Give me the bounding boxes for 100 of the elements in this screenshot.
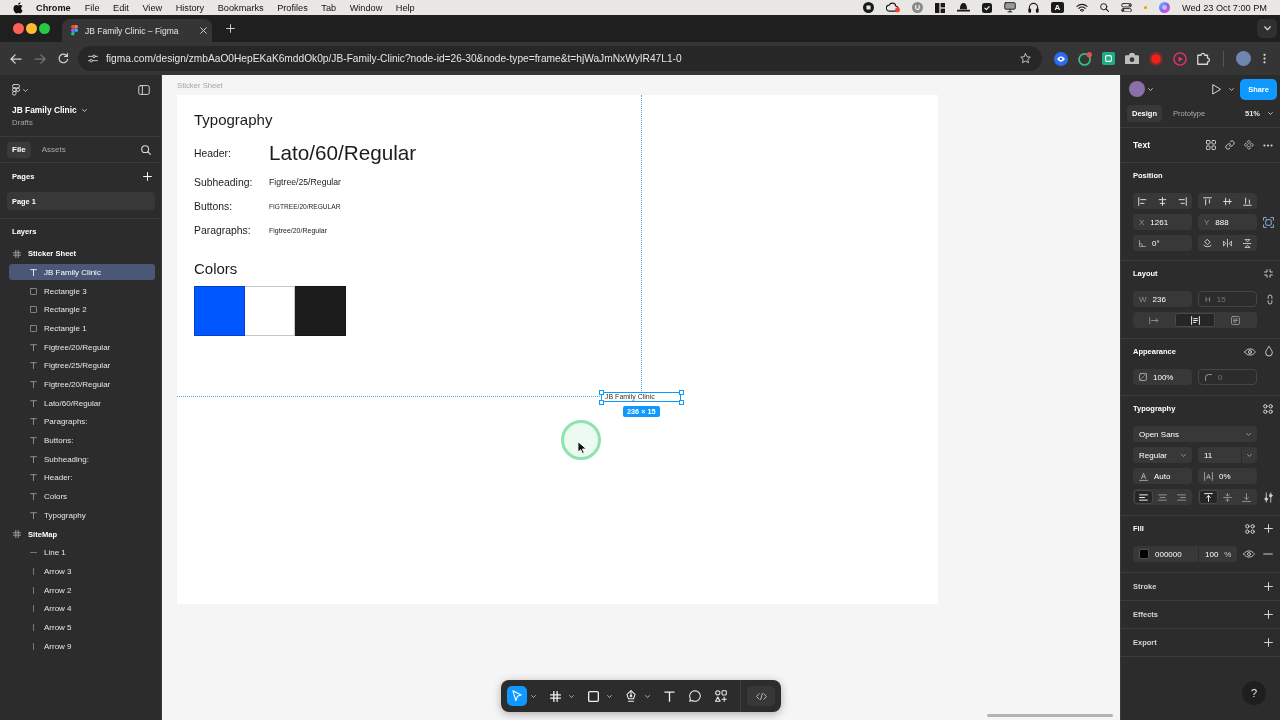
square-logo-icon[interactable] <box>1102 52 1115 65</box>
layer-item[interactable]: Typography <box>9 507 155 524</box>
back-arrow-icon[interactable] <box>10 53 22 64</box>
layer-item[interactable]: Line 1 <box>9 544 155 561</box>
resize-option[interactable] <box>1174 313 1216 327</box>
refresh-badge-icon[interactable] <box>1078 51 1092 66</box>
frame-corners-icon[interactable] <box>1263 216 1274 228</box>
record-dot-icon[interactable] <box>1149 51 1163 66</box>
shapes-plus-icon[interactable] <box>715 690 727 702</box>
opacity-field[interactable]: 100% <box>1133 369 1192 385</box>
layer-item[interactable]: Header: <box>9 469 155 486</box>
layer-item[interactable]: Arrow 3 <box>9 563 155 580</box>
font-weight-dropdown[interactable]: Regular <box>1133 447 1192 463</box>
plus-icon[interactable] <box>1264 610 1273 619</box>
plus-icon[interactable] <box>1264 582 1273 591</box>
wifi-icon[interactable] <box>1075 2 1088 13</box>
layer-item[interactable]: Buttons: <box>9 432 155 449</box>
flip-vertical-icon[interactable] <box>1242 238 1252 248</box>
layer-item[interactable]: Figtree/20/Regular <box>9 339 155 356</box>
layer-item[interactable]: Lato/60/Regular <box>9 395 155 412</box>
fill-opacity-field[interactable]: 100 % <box>1198 546 1237 562</box>
plus-icon[interactable] <box>226 24 235 33</box>
panel-tab[interactable]: File <box>7 141 31 158</box>
user-avatar-icon[interactable] <box>1129 81 1145 97</box>
close-icon[interactable] <box>200 27 207 34</box>
sidebar-toggle-icon[interactable] <box>138 85 150 95</box>
headphones-icon[interactable] <box>1027 2 1039 13</box>
profile-avatar-icon[interactable] <box>1236 51 1251 66</box>
window-zoom-icon[interactable] <box>39 23 50 34</box>
sliders-icon[interactable] <box>1264 491 1273 503</box>
hash-icon[interactable] <box>549 690 561 702</box>
corner-brackets-icon[interactable] <box>1264 269 1273 278</box>
tool-button[interactable] <box>507 686 527 706</box>
round-badge-icon[interactable] <box>911 2 923 13</box>
caret-down-icon[interactable] <box>607 694 612 698</box>
bookmark-star-icon[interactable] <box>1020 53 1031 64</box>
caret-down-icon[interactable] <box>1148 87 1153 91</box>
caret-down-icon[interactable] <box>531 694 536 698</box>
help-button[interactable]: ? <box>1242 681 1266 705</box>
layer-item[interactable]: Arrow 4 <box>9 600 155 617</box>
menu-item[interactable]: Tab <box>321 2 337 13</box>
eye-icon[interactable] <box>1243 550 1255 558</box>
square-icon[interactable] <box>587 690 599 702</box>
menu-item[interactable]: Profiles <box>277 2 308 13</box>
rotation-field[interactable]: 0° <box>1133 235 1192 251</box>
monitor-icon[interactable] <box>1003 2 1016 13</box>
align-option[interactable] <box>1134 490 1153 504</box>
letter-spacing-field[interactable]: 0% <box>1198 468 1257 484</box>
line-height-field[interactable]: Auto <box>1133 468 1192 484</box>
link-icon[interactable] <box>1225 140 1235 150</box>
pen-nib-icon[interactable] <box>625 690 637 702</box>
color-swatch-icon[interactable] <box>1139 549 1149 559</box>
eye-disc-icon[interactable] <box>1054 51 1068 66</box>
forward-arrow-icon[interactable] <box>34 53 46 64</box>
control-center-icon[interactable] <box>1120 2 1132 13</box>
plus-icon[interactable] <box>1264 524 1273 533</box>
panel-tab[interactable]: Assets <box>36 141 71 158</box>
file-name[interactable]: JB Family Clinic <box>12 105 77 115</box>
caret-down-icon[interactable] <box>23 88 28 92</box>
caret-down-icon[interactable] <box>1229 87 1234 91</box>
reload-icon[interactable] <box>58 53 69 64</box>
menu-item[interactable]: Window <box>349 2 383 13</box>
layer-item[interactable]: Rectangle 1 <box>9 320 155 337</box>
tab-search-button[interactable] <box>1257 19 1277 38</box>
flip-horizontal-icon[interactable] <box>1223 238 1232 248</box>
layer-item[interactable]: Arrow 5 <box>9 619 155 636</box>
layer-item[interactable]: Figtree/25/Regular <box>9 357 155 374</box>
hex-color-field[interactable]: 000000 <box>1133 546 1198 562</box>
font-family-dropdown[interactable]: Open Sans <box>1133 426 1257 442</box>
plus-icon[interactable] <box>1264 638 1273 647</box>
window-minimize-icon[interactable] <box>26 23 37 34</box>
layer-item[interactable]: Colors <box>9 488 155 505</box>
search-icon[interactable] <box>141 144 151 155</box>
menu-item[interactable]: View <box>142 2 163 13</box>
four-circles-icon[interactable] <box>1263 403 1273 414</box>
puzzle-icon[interactable] <box>1197 52 1211 65</box>
align-right-icon[interactable] <box>1177 196 1187 206</box>
four-diamonds-icon[interactable] <box>1244 140 1254 150</box>
address-bar[interactable]: figma.com/design/zmbAaO0HepEKaK6mddOk0p/JB-Family-Clinic?node-id=26-30&node-type=frame&t=hjWaJmNxWyIR47L1-0 <box>78 46 1042 71</box>
input-source-indicator[interactable]: A <box>1050 2 1064 13</box>
speech-bubble-icon[interactable] <box>689 690 701 702</box>
chain-link-icon[interactable] <box>1267 293 1273 305</box>
eye-icon[interactable] <box>1244 347 1256 356</box>
align-center-icon[interactable] <box>1158 196 1167 206</box>
layer-item[interactable]: JB Family Clinic <box>9 264 155 281</box>
caret-down-icon[interactable] <box>1268 112 1273 115</box>
four-circles-icon[interactable] <box>1245 523 1255 534</box>
text-t-icon[interactable] <box>663 690 675 702</box>
menu-item[interactable]: Chrome <box>36 2 71 13</box>
layer-item[interactable]: Arrow 2 <box>9 582 155 599</box>
rotate-icon[interactable] <box>1203 238 1213 248</box>
caret-down-icon[interactable] <box>81 108 87 112</box>
window-grid-icon[interactable] <box>934 2 945 13</box>
bowler-hat-icon[interactable] <box>956 3 970 12</box>
more-horizontal-icon[interactable] <box>1263 143 1273 147</box>
drop-icon[interactable] <box>1265 346 1273 357</box>
layer-item[interactable]: Rectangle 2 <box>9 301 155 318</box>
checkbox-icon[interactable] <box>981 2 992 13</box>
layer-item[interactable]: Arrow 9 <box>9 638 155 655</box>
sliders-icon[interactable] <box>88 54 98 63</box>
